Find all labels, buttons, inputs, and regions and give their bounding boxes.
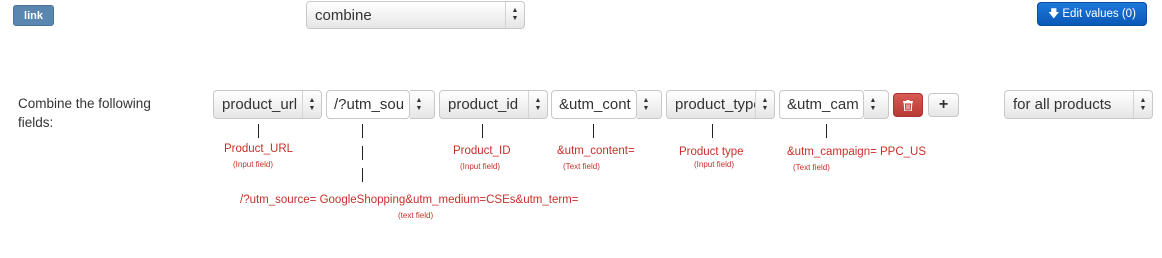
annotation-sublabel: (text field) bbox=[398, 211, 434, 220]
field-type-select[interactable]: ▲ ▼ bbox=[410, 90, 435, 119]
field-text-utm-source[interactable]: /?utm_sou ▲ ▼ bbox=[326, 90, 435, 119]
select-arrows-icon: ▲ ▼ bbox=[415, 96, 423, 112]
field-select-product-url[interactable]: product_url ▲ ▼ bbox=[213, 90, 322, 119]
annotation-tick bbox=[362, 146, 363, 160]
text-input[interactable]: &utm_cont bbox=[551, 90, 637, 119]
annotation-sublabel: (Input field) bbox=[460, 162, 501, 171]
field-value: &utm_cont bbox=[559, 96, 631, 113]
add-field-button[interactable]: + bbox=[928, 93, 959, 117]
field-value: &utm_cam bbox=[787, 96, 859, 113]
annotation-sublabel: (Input field) bbox=[233, 160, 274, 169]
field-select-product-id[interactable]: product_id ▲ ▼ bbox=[439, 90, 548, 119]
annotation-sublabel: (Text field) bbox=[793, 163, 830, 172]
field-value: product_id bbox=[448, 96, 519, 113]
annotation-label: /?utm_source= GoogleShopping&utm_medium=… bbox=[240, 194, 579, 206]
mode-select-value: combine bbox=[315, 6, 372, 24]
annotation-tick bbox=[362, 124, 363, 138]
annotation-label: Product_ID bbox=[453, 145, 511, 157]
text-input[interactable]: /?utm_sou bbox=[326, 90, 410, 119]
annotation-label: Product_URL bbox=[224, 143, 294, 155]
annotation-label: &utm_campaign= PPC_US bbox=[787, 146, 927, 158]
annotation-tick bbox=[593, 124, 594, 138]
select-arrows-icon: ▲ ▼ bbox=[528, 91, 547, 118]
annotation-tick bbox=[826, 124, 827, 138]
select-arrows-icon: ▲ ▼ bbox=[505, 2, 524, 28]
scope-select[interactable]: for all products ▲ ▼ bbox=[1004, 90, 1153, 119]
annotation-sublabel: (Text field) bbox=[563, 162, 600, 171]
field-value: product_url bbox=[222, 96, 298, 113]
select-arrows-icon: ▲ ▼ bbox=[1133, 91, 1152, 118]
edit-values-label: Edit values (0) bbox=[1062, 8, 1136, 20]
field-value: /?utm_sou bbox=[334, 96, 405, 113]
combine-label: Combine the following fields: bbox=[18, 96, 151, 130]
select-arrows-icon: ▲ ▼ bbox=[642, 96, 650, 112]
select-arrows-icon: ▲ ▼ bbox=[869, 96, 877, 112]
field-type-select[interactable]: ▲ ▼ bbox=[637, 90, 662, 119]
annotation-tick bbox=[482, 124, 483, 138]
field-value: product_typе bbox=[675, 96, 755, 113]
annotation-tick bbox=[258, 124, 259, 138]
edit-values-button[interactable]: 🡇 Edit values (0) bbox=[1037, 2, 1147, 26]
annotation-label: Product type bbox=[679, 146, 744, 158]
annotation-sublabel: (Input field) bbox=[694, 160, 735, 169]
annotation-label: &utm_content= bbox=[557, 145, 635, 157]
delete-field-button[interactable] bbox=[893, 93, 923, 117]
select-arrows-icon: ▲ ▼ bbox=[302, 91, 321, 118]
annotation-tick bbox=[712, 124, 713, 138]
mode-select[interactable]: combine ▲ ▼ bbox=[306, 1, 525, 29]
link-button[interactable]: link bbox=[13, 5, 54, 26]
arrow-down-icon: 🡇 bbox=[1048, 7, 1060, 20]
field-select-product-type[interactable]: product_typе ▲ ▼ bbox=[666, 90, 775, 119]
select-arrows-icon: ▲ ▼ bbox=[755, 91, 774, 118]
trash-icon bbox=[903, 99, 913, 111]
text-input[interactable]: &utm_cam bbox=[779, 90, 864, 119]
field-text-utm-content[interactable]: &utm_cont ▲ ▼ bbox=[551, 90, 662, 119]
scope-select-value: for all products bbox=[1013, 96, 1112, 113]
field-text-utm-campaign[interactable]: &utm_cam ▲ ▼ bbox=[779, 90, 889, 119]
annotation-tick bbox=[362, 168, 363, 182]
field-type-select[interactable]: ▲ ▼ bbox=[864, 90, 889, 119]
